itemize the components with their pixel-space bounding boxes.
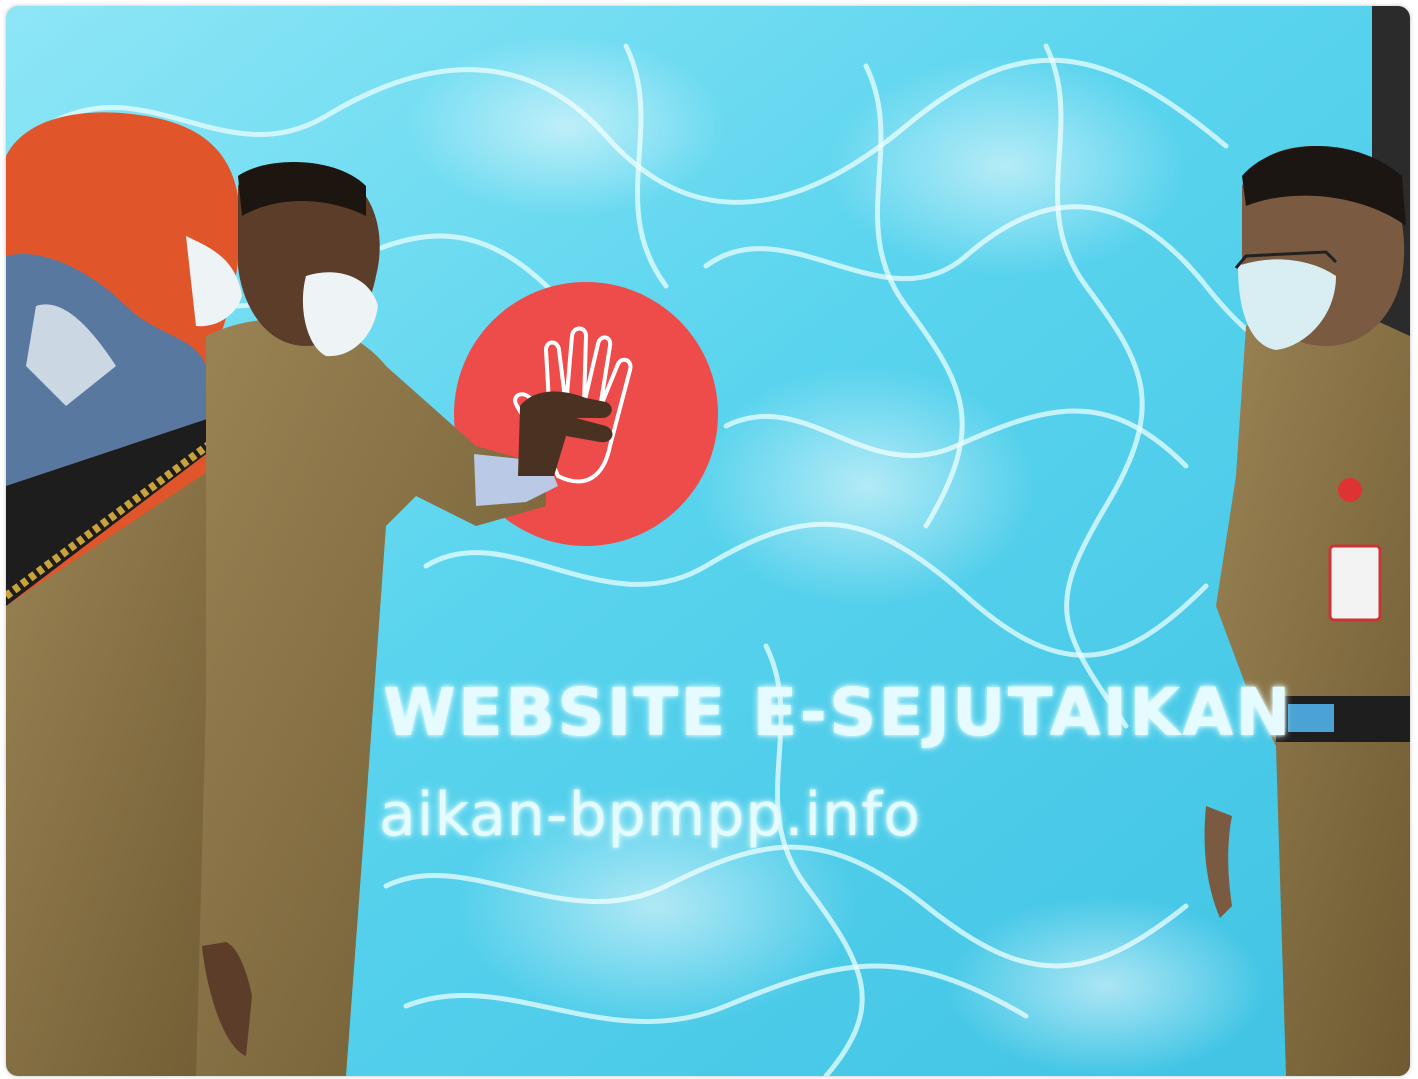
- photo-frame: WEBSITE E-SEJUTAIKAN aikan-bpmpp.info: [6, 6, 1410, 1076]
- screen-url-text: aikan-bpmpp.info: [379, 780, 921, 850]
- photo-scene: [6, 6, 1410, 1076]
- screen-title-text: WEBSITE E-SEJUTAIKAN: [383, 674, 1293, 751]
